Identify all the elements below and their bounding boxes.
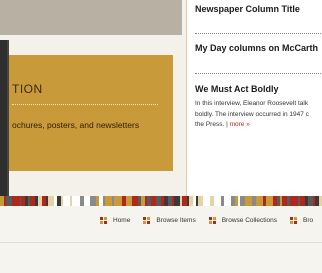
nav-label: Browse Collections bbox=[221, 217, 277, 224]
nav-item-browse-partial[interactable]: Bro bbox=[290, 217, 313, 224]
footer: Home Browse Items Browse Collections Bro bbox=[0, 206, 322, 273]
header-banner-image bbox=[0, 0, 182, 35]
feature-divider bbox=[12, 104, 158, 105]
dotted-divider bbox=[195, 33, 322, 34]
column-title-link[interactable]: My Day columns on McCarth bbox=[195, 43, 318, 53]
column-title-link[interactable]: Newspaper Column Title bbox=[195, 4, 300, 14]
bullet-icon bbox=[100, 217, 107, 224]
decorative-stripe-bar bbox=[0, 196, 322, 206]
nav-label: Browse Items bbox=[156, 217, 196, 224]
columns-sidebar: Newspaper Column Title My Day columns on… bbox=[187, 0, 322, 196]
column-excerpt: In this interview, Eleanor Roosevelt tal… bbox=[195, 99, 322, 131]
bullet-icon bbox=[143, 217, 151, 224]
excerpt-line: the Press. | bbox=[195, 121, 228, 128]
feature-text: ochures, posters, and newsletters bbox=[12, 120, 140, 130]
left-column: TION ochures, posters, and newsletters bbox=[0, 0, 189, 196]
nav-label: Home bbox=[113, 217, 131, 224]
excerpt-line: In this interview, Eleanor Roosevelt tal… bbox=[195, 100, 309, 107]
feature-title: TION bbox=[12, 82, 43, 96]
footer-divider bbox=[0, 242, 322, 243]
more-link[interactable]: more » bbox=[230, 121, 250, 128]
dotted-divider bbox=[195, 73, 322, 74]
bullet-icon bbox=[290, 217, 297, 224]
feature-panel bbox=[0, 55, 173, 171]
footer-nav: Home Browse Items Browse Collections Bro bbox=[100, 217, 322, 224]
bullet-icon bbox=[208, 217, 216, 224]
nav-item-home[interactable]: Home bbox=[100, 217, 130, 224]
nav-item-browse-items[interactable]: Browse Items bbox=[143, 217, 196, 224]
excerpt-line: boldly. The interview occurred in 1947 c bbox=[195, 110, 309, 118]
column-title-link[interactable]: We Must Act Boldly bbox=[195, 84, 279, 94]
nav-item-browse-collections[interactable]: Browse Collections bbox=[208, 217, 277, 224]
nav-label: Bro bbox=[303, 217, 314, 224]
